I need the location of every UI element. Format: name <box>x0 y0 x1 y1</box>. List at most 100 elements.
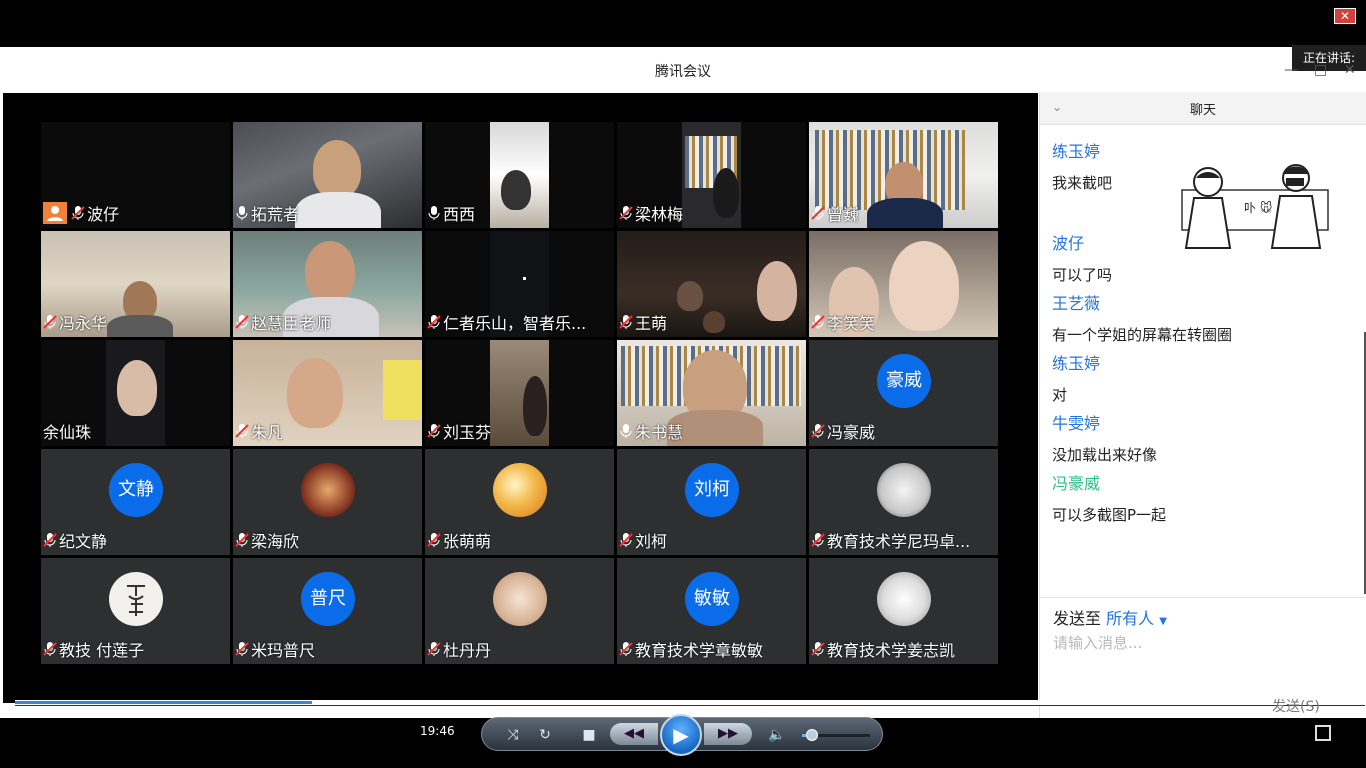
mic-muted-icon <box>235 532 249 548</box>
chat-message: 王艺薇 有一个学姐的屏幕在转圈圈 <box>1052 294 1233 344</box>
volume-slider[interactable] <box>802 729 870 741</box>
participant-name: 教育技术学姜志凯 <box>827 641 956 660</box>
participant-name: 张萌萌 <box>443 532 492 551</box>
participant-name: 梁海欣 <box>251 532 300 551</box>
rewind-button[interactable]: ◀◀ <box>610 723 658 745</box>
volume-icon[interactable]: 🔈 <box>766 725 788 745</box>
seek-bar-fill <box>15 701 312 704</box>
video-tile[interactable]: 西西 <box>425 122 614 228</box>
shuffle-icon[interactable]: ⤨ <box>502 725 524 745</box>
avatar: 敏敏 <box>685 572 739 626</box>
maximize-button[interactable]: □ <box>1314 62 1327 78</box>
participant-name: 刘柯 <box>635 532 668 551</box>
mic-muted-icon <box>235 423 249 439</box>
video-tile[interactable]: 梁海欣 <box>233 449 422 555</box>
mic-muted-icon <box>43 314 57 330</box>
participant-name: 纪文静 <box>59 532 108 551</box>
mic-muted-icon <box>71 205 85 221</box>
svg-text:卟 🐭: 卟 🐭 <box>1244 201 1272 215</box>
video-tile[interactable]: 普尺 米玛普尺 <box>233 558 422 664</box>
sticker-image: 卟 🐭 <box>1180 162 1330 262</box>
mic-muted-icon <box>811 532 825 548</box>
mic-icon <box>427 205 441 221</box>
participant-name: 曾巍 <box>827 205 860 224</box>
stop-icon[interactable]: ■ <box>578 725 600 745</box>
host-icon <box>43 202 67 224</box>
window-title: 腾讯会议 <box>655 64 711 80</box>
mic-muted-icon <box>427 641 441 657</box>
participant-name: 教技 付莲子 <box>59 641 145 660</box>
participant-name: 杜丹丹 <box>443 641 492 660</box>
avatar: 刘柯 <box>685 463 739 517</box>
video-tile[interactable]: 刘玉芬 <box>425 340 614 446</box>
chat-message: 波仔 可以了吗 <box>1052 234 1113 284</box>
avatar-image <box>109 572 163 626</box>
participant-name: 王萌 <box>635 314 668 333</box>
video-tile[interactable]: 赵慧臣老师 <box>233 231 422 337</box>
video-tile[interactable]: 教技 付莲子 <box>41 558 230 664</box>
video-tile[interactable]: 教育技术学尼玛卓... <box>809 449 998 555</box>
send-button[interactable]: 发送(S) <box>1272 696 1320 716</box>
video-tile[interactable]: 波仔 <box>41 122 230 228</box>
chat-input[interactable]: 请输入消息... <box>1053 632 1142 653</box>
video-tile[interactable]: 杜丹丹 <box>425 558 614 664</box>
divider <box>1040 597 1366 598</box>
playback-controls: ⤨ ↻ ■ ◀◀ ▶ ▶▶ 🔈 <box>481 714 883 756</box>
video-tile[interactable]: 朱凡 <box>233 340 422 446</box>
participant-name: 仁者乐山，智者乐... <box>443 314 587 333</box>
video-tile[interactable]: 仁者乐山，智者乐... <box>425 231 614 337</box>
participant-name: 拓荒者 <box>251 205 300 224</box>
participant-name: 赵慧臣老师 <box>251 314 332 333</box>
participant-name: 李笑笑 <box>827 314 876 333</box>
video-tile[interactable]: 刘柯 刘柯 <box>617 449 806 555</box>
video-tile[interactable]: 教育技术学姜志凯 <box>809 558 998 664</box>
minimize-button[interactable]: — <box>1284 62 1298 78</box>
mic-muted-icon <box>811 423 825 439</box>
mic-muted-icon <box>235 314 249 330</box>
mic-muted-icon <box>235 641 249 657</box>
window-close-button[interactable]: ✕ <box>1344 62 1356 78</box>
video-tile[interactable]: 王萌 <box>617 231 806 337</box>
video-tile[interactable]: 梁林梅 <box>617 122 806 228</box>
mic-icon <box>619 423 633 439</box>
volume-knob[interactable] <box>806 729 819 741</box>
avatar-image <box>877 572 931 626</box>
chat-message: 冯豪威 可以多截图P一起 <box>1052 474 1167 524</box>
chat-header: ⌄ 聊天 <box>1040 92 1366 125</box>
video-tile[interactable]: 张萌萌 <box>425 449 614 555</box>
repeat-icon[interactable]: ↻ <box>534 725 556 745</box>
meeting-window: 腾讯会议 正在讲话: — □ ✕ 波仔 拓荒者 西西 梁林梅 曾巍 冯永华 赵慧… <box>0 45 1366 718</box>
video-tile[interactable]: 李笑笑 <box>809 231 998 337</box>
mic-muted-icon <box>811 205 825 221</box>
chat-message: 练玉婷 对 <box>1052 354 1101 404</box>
mic-muted-icon <box>619 532 633 548</box>
video-tile[interactable]: 敏敏 教育技术学章敏敏 <box>617 558 806 664</box>
player-close-button[interactable]: ✕ <box>1334 8 1356 24</box>
video-tile[interactable]: 拓荒者 <box>233 122 422 228</box>
avatar-image <box>301 463 355 517</box>
video-tile[interactable]: 豪威 冯豪威 <box>809 340 998 446</box>
send-to-selector[interactable]: 发送至 所有人 ▼ <box>1053 605 1167 629</box>
seek-bar[interactable] <box>15 700 1365 706</box>
mic-muted-icon <box>427 314 441 330</box>
video-tile[interactable]: 文静 纪文静 <box>41 449 230 555</box>
chat-message: 牛雯婷 没加载出来好像 <box>1052 414 1158 464</box>
mic-muted-icon <box>43 532 57 548</box>
video-tile[interactable]: 余仙珠 <box>41 340 230 446</box>
video-tile[interactable]: 曾巍 <box>809 122 998 228</box>
chat-message: 练玉婷 我来截吧 <box>1052 142 1113 192</box>
participant-name: 梁林梅 <box>635 205 684 224</box>
mic-muted-icon <box>811 641 825 657</box>
mic-icon <box>235 205 249 221</box>
participant-name: 波仔 <box>87 205 120 224</box>
title-bar: 腾讯会议 正在讲话: — □ ✕ <box>0 45 1366 92</box>
avatar-image <box>493 463 547 517</box>
fullscreen-icon[interactable] <box>1315 725 1331 741</box>
chat-panel: ⌄ 聊天 练玉婷 我来截吧 卟 🐭 波仔 可以了吗 王艺薇 有一个学姐的屏幕在转… <box>1039 92 1366 718</box>
participant-name: 冯永华 <box>59 314 108 333</box>
play-button[interactable]: ▶ <box>660 714 702 756</box>
fast-forward-button[interactable]: ▶▶ <box>704 723 752 745</box>
participant-name: 余仙珠 <box>43 423 92 442</box>
video-tile[interactable]: 朱书慧 <box>617 340 806 446</box>
video-tile[interactable]: 冯永华 <box>41 231 230 337</box>
